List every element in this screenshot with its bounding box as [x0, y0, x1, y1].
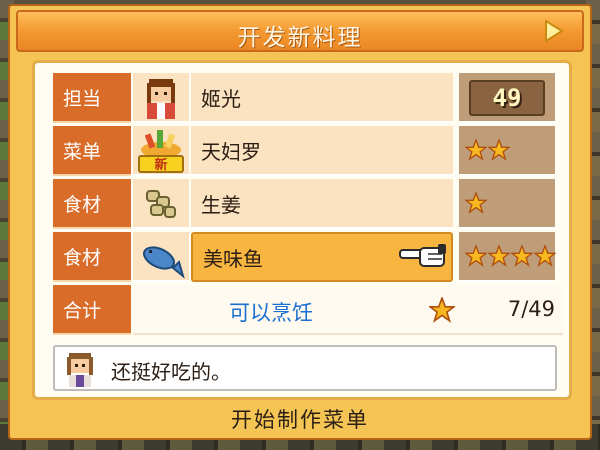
row-label: 食材	[53, 232, 131, 282]
star-icon	[511, 245, 533, 267]
star-rating	[465, 192, 487, 216]
row-label: 担当	[53, 73, 131, 123]
star-rating	[465, 245, 556, 269]
pointing-hand-icon	[399, 244, 446, 267]
cook-status: 可以烹饪	[229, 301, 313, 325]
star-icon	[465, 192, 487, 214]
fish-icon	[133, 232, 189, 282]
star-icon	[534, 245, 556, 267]
total-area: 可以烹饪 7/49	[133, 285, 563, 335]
recipe-panel: 担当 姬光 49 菜单 新 天妇罗 食材 生姜 食材 美味鱼 合计 可以烹饪 7…	[32, 60, 572, 400]
row-ingredient-1[interactable]: 食材 生姜	[53, 179, 563, 229]
chef-rank-cell: 49	[459, 73, 555, 123]
row-menu[interactable]: 菜单 新 天妇罗	[53, 126, 563, 176]
ingredient-rank-cell	[459, 232, 556, 282]
develop-recipe-window: 开发新料理 担当 姬光 49 菜单 新 天妇罗 食材 生姜 食材 美味鱼 合计 …	[8, 4, 592, 440]
tempura-dish-icon: 新	[133, 126, 189, 176]
title-bar: 开发新料理	[16, 10, 584, 52]
window-title: 开发新料理	[237, 25, 363, 51]
new-badge: 新	[154, 157, 167, 173]
ingredient-rank-cell	[459, 179, 555, 229]
menu-name: 天妇罗	[191, 126, 453, 176]
start-cooking-button[interactable]: 开始制作菜单	[16, 402, 584, 436]
row-label: 合计	[53, 285, 131, 335]
chef-name: 姬光	[191, 73, 453, 123]
chef-portrait-icon	[133, 73, 189, 123]
row-ingredient-2[interactable]: 食材 美味鱼	[53, 232, 563, 282]
ginger-icon	[133, 179, 189, 229]
staff-avatar-icon	[67, 353, 93, 387]
ingredient-name: 生姜	[191, 179, 453, 229]
star-icon	[488, 245, 510, 267]
star-rating	[465, 139, 510, 163]
row-chef[interactable]: 担当 姬光 49	[53, 73, 563, 123]
chef-rank-badge: 49	[469, 80, 545, 116]
row-label: 食材	[53, 179, 131, 229]
row-label: 菜单	[53, 126, 131, 176]
star-icon	[465, 139, 487, 161]
menu-rank-cell	[459, 126, 555, 176]
star-icon	[488, 139, 510, 161]
total-score: 7/49	[507, 297, 555, 321]
star-icon	[429, 297, 455, 323]
star-icon	[465, 245, 487, 267]
row-total: 合计 可以烹饪 7/49	[53, 285, 563, 335]
next-arrow-icon[interactable]	[542, 20, 564, 42]
comment-box: 还挺好吃的。	[53, 345, 557, 391]
comment-text: 还挺好吃的。	[111, 360, 231, 384]
